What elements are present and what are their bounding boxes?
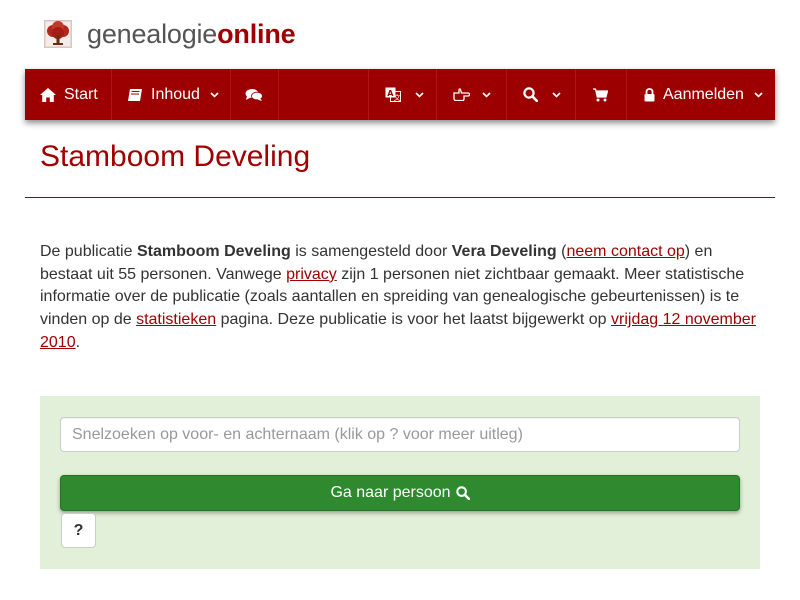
publication-name: Stamboom Develing: [136, 243, 291, 260]
nav-cart[interactable]: [576, 69, 627, 120]
site-name-part1: genealogie: [87, 18, 218, 49]
publication-intro: De publicatie Stamboom Develing is samen…: [40, 241, 765, 355]
privacy-link[interactable]: privacy: [286, 266, 337, 283]
nav-start-label: Start: [64, 85, 98, 103]
nav-inhoud-label: Inhoud: [151, 85, 200, 103]
chevron-down-icon: [754, 91, 763, 98]
chevron-down-icon: [552, 91, 561, 98]
intro-text: is samengesteld door: [290, 243, 452, 260]
quick-search-input[interactable]: [60, 417, 740, 452]
nav-chat[interactable]: [231, 69, 279, 120]
nav-login[interactable]: Aanmelden: [627, 69, 775, 120]
search-icon: [523, 87, 538, 102]
page-title: Stamboom Develing: [40, 140, 311, 173]
lock-icon: [644, 87, 655, 101]
search-icon: [455, 486, 470, 500]
contact-link[interactable]: neem contact op: [566, 243, 684, 260]
main-navbar: Start Inhoud A文 Aanmelden: [25, 69, 775, 120]
chat-icon: [245, 88, 263, 101]
intro-text: .: [75, 333, 81, 351]
nav-start[interactable]: Start: [25, 69, 112, 120]
nav-inhoud[interactable]: Inhoud: [112, 69, 231, 120]
intro-text: De publicatie: [40, 243, 137, 260]
chevron-down-icon: [482, 91, 491, 98]
book-icon: [128, 88, 142, 101]
chevron-down-icon: [415, 91, 424, 98]
intro-text: pagina. Deze publicatie is voor het laat…: [216, 311, 612, 329]
go-to-person-label: Ga naar persoon: [330, 484, 451, 501]
home-icon: [40, 87, 56, 102]
author-name: Vera Develing: [451, 243, 557, 260]
tree-logo-icon: [44, 20, 72, 48]
quick-search-panel: Ga naar persoon ?: [40, 396, 760, 569]
chevron-down-icon: [210, 91, 219, 98]
site-logo[interactable]: genealogieonline: [44, 16, 296, 52]
nav-share[interactable]: [437, 69, 507, 120]
nav-search[interactable]: [507, 69, 576, 120]
nav-login-label: Aanmelden: [663, 85, 744, 103]
title-divider: [25, 197, 775, 198]
language-icon: A文: [385, 87, 401, 102]
hand-pointer-icon: [453, 88, 470, 101]
go-to-person-button[interactable]: Ga naar persoon: [60, 475, 740, 511]
svg-text:文: 文: [394, 93, 401, 102]
site-name-part2: online: [217, 18, 296, 49]
statistics-link[interactable]: statistieken: [136, 311, 216, 328]
nav-language[interactable]: A文: [368, 69, 437, 120]
search-help-button[interactable]: ?: [61, 513, 96, 548]
cart-icon: [593, 87, 608, 101]
help-label: ?: [73, 521, 84, 539]
site-name: genealogieonline: [87, 18, 296, 50]
